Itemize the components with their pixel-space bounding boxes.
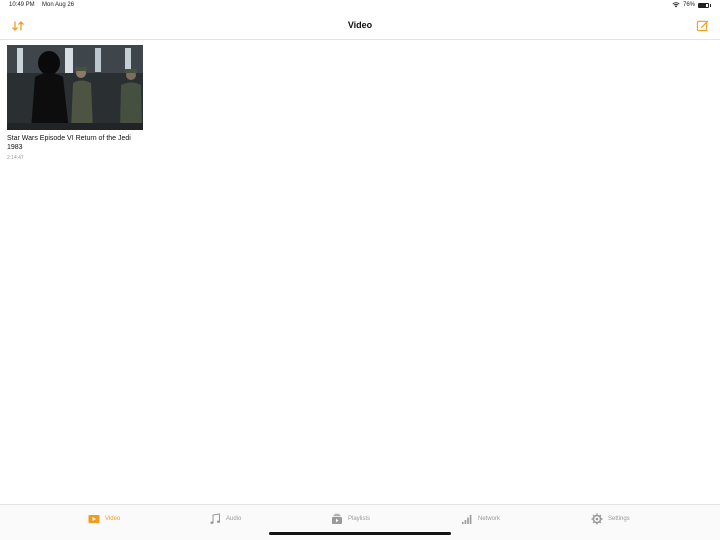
battery-percent: 76% (682, 2, 695, 8)
tab-video-label: Video (105, 516, 121, 522)
tab-network[interactable]: Network (461, 513, 500, 525)
gear-icon (591, 513, 603, 525)
video-icon (88, 515, 100, 523)
battery-icon (698, 2, 709, 8)
navigation-bar: Video (0, 12, 720, 40)
tab-playlists-label: Playlists (348, 516, 371, 522)
home-indicator[interactable] (269, 532, 451, 535)
tab-network-label: Network (478, 516, 501, 522)
status-bar: 10:49 PM Mon Aug 26 76% (0, 0, 720, 12)
tab-settings[interactable]: Settings (591, 513, 630, 525)
tab-video[interactable]: Video (88, 513, 120, 525)
status-date: Mon Aug 26 (42, 2, 75, 8)
status-indicators: 76% (672, 2, 711, 8)
tab-audio[interactable]: Audio (209, 513, 241, 525)
page-title: Video (347, 20, 373, 30)
tab-playlists[interactable]: Playlists (331, 513, 370, 525)
battery-tip (710, 3, 711, 7)
music-note-icon (210, 513, 221, 524)
edit-icon[interactable] (696, 19, 709, 32)
video-card[interactable]: Star Wars Episode VI Return of the Jedi … (7, 45, 143, 161)
playlist-icon (332, 513, 342, 524)
video-thumbnail[interactable] (7, 45, 143, 130)
status-time: 10:49 PM (9, 2, 35, 8)
tab-audio-label: Audio (226, 516, 242, 522)
tab-settings-label: Settings (608, 516, 630, 522)
network-icon (462, 515, 472, 524)
video-title: Star Wars Episode VI Return of the Jedi … (7, 135, 131, 151)
battery-level (699, 3, 706, 7)
wifi-icon (672, 2, 680, 8)
video-duration: 2:14:47 (7, 155, 24, 161)
